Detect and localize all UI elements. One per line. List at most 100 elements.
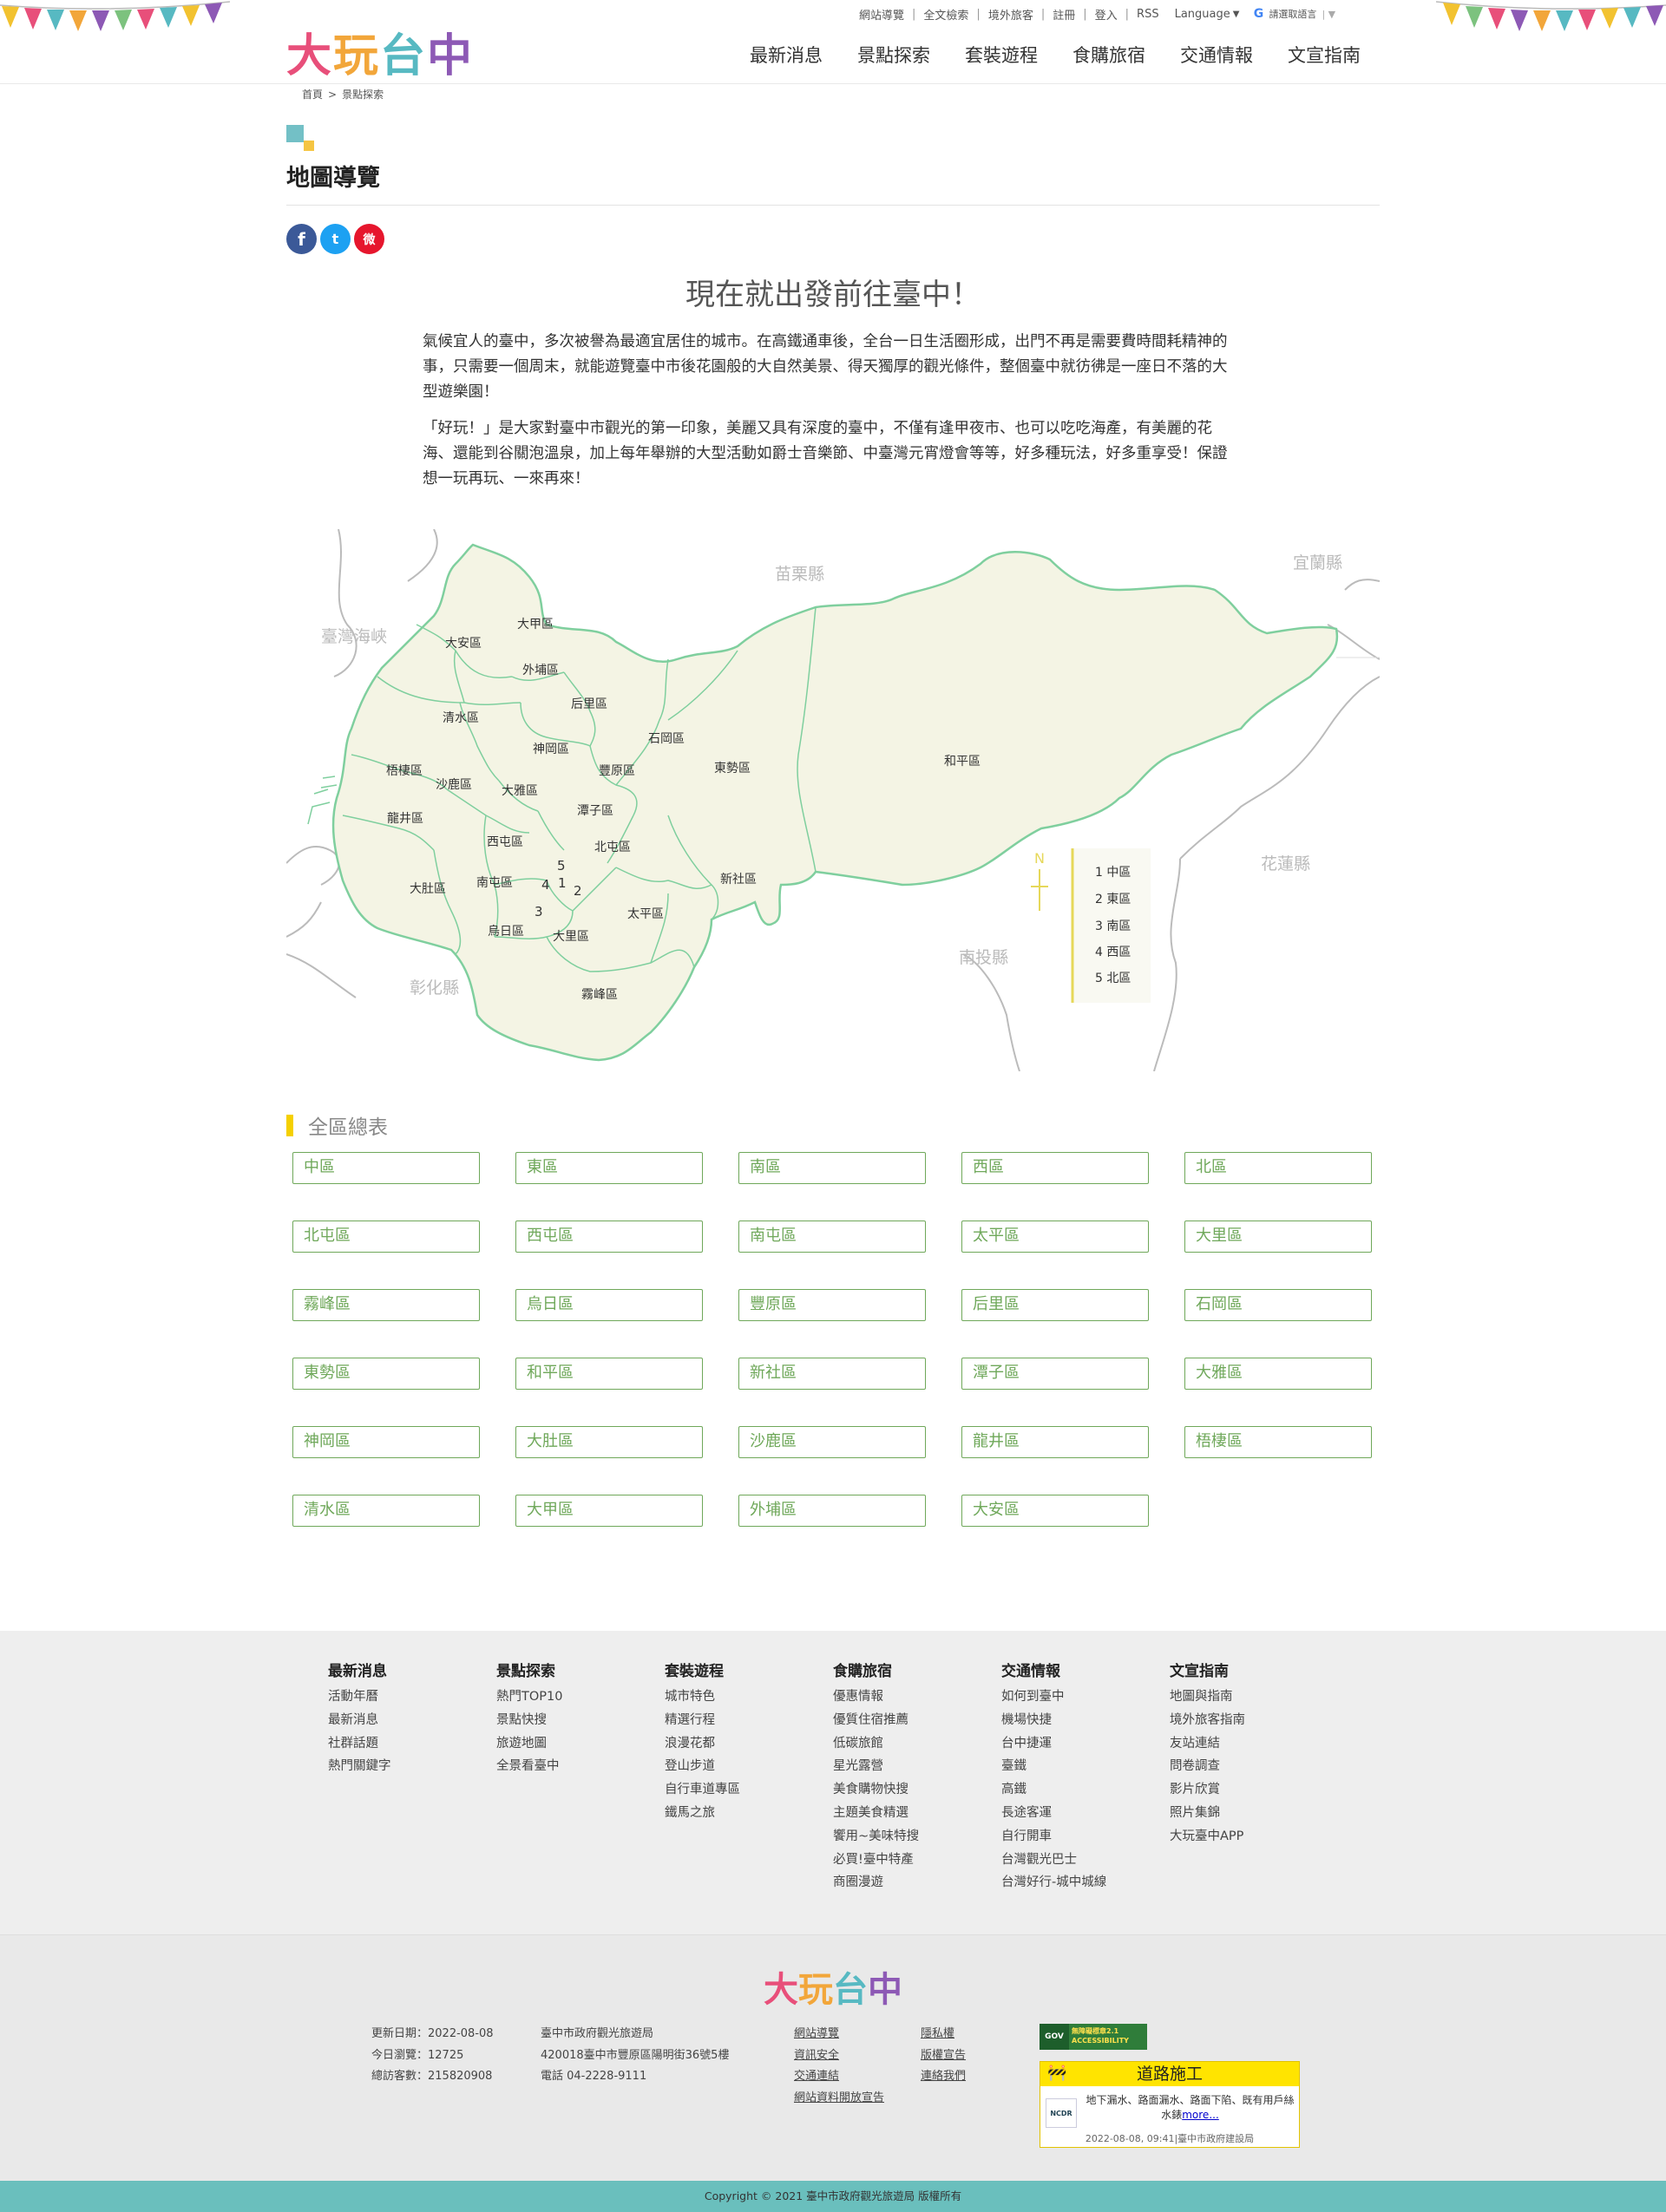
facebook-share-icon[interactable]: f	[286, 224, 317, 254]
district-button[interactable]: 石岡區	[1184, 1289, 1372, 1321]
district-button[interactable]: 龍井區	[961, 1426, 1149, 1458]
district-button[interactable]: 潭子區	[961, 1358, 1149, 1390]
breadcrumb-current[interactable]: 景點探索	[342, 88, 384, 101]
district-label[interactable]: 東勢區	[714, 762, 751, 776]
district-label[interactable]: 潭子區	[577, 803, 613, 818]
nav-item-food-lodging[interactable]: 食購旅宿	[1072, 42, 1145, 68]
district-button[interactable]: 北屯區	[292, 1221, 480, 1253]
footer-column-link[interactable]: 必買!臺中特產	[833, 1849, 919, 1872]
district-label[interactable]: 石岡區	[648, 732, 685, 746]
footer-column-title[interactable]: 最新消息	[328, 1659, 391, 1680]
district-button[interactable]: 東區	[515, 1152, 703, 1184]
district-label[interactable]: 梧棲區	[386, 764, 423, 778]
google-translate-select[interactable]: G 請選取語言 | ▼	[1251, 7, 1335, 21]
district-label[interactable]: 西屯區	[487, 835, 523, 849]
district-label[interactable]: 大甲區	[517, 618, 554, 632]
footer-column-link[interactable]: 影片欣賞	[1170, 1778, 1245, 1802]
footer-link[interactable]: 連絡我們	[921, 2066, 966, 2088]
footer-column-link[interactable]: 商圈漫遊	[833, 1871, 919, 1895]
district-button[interactable]: 南屯區	[738, 1221, 926, 1253]
weibo-share-icon[interactable]: 微	[354, 224, 384, 254]
footer-column-link[interactable]: 優惠情報	[833, 1685, 919, 1709]
footer-column-link[interactable]: 台中捷運	[1001, 1732, 1106, 1756]
twitter-share-icon[interactable]: t	[320, 224, 351, 254]
footer-column-link[interactable]: 照片集錦	[1170, 1802, 1245, 1825]
footer-column-link[interactable]: 熱門關鍵字	[328, 1755, 391, 1778]
nav-item-tours[interactable]: 套裝遊程	[965, 42, 1038, 68]
district-button[interactable]: 和平區	[515, 1358, 703, 1390]
central-district-number[interactable]: 1	[558, 875, 567, 891]
footer-column-link[interactable]: 熱門TOP10	[496, 1685, 562, 1709]
district-button[interactable]: 南區	[738, 1152, 926, 1184]
district-button[interactable]: 大甲區	[515, 1495, 703, 1527]
footer-column-link[interactable]: 自行開車	[1001, 1825, 1106, 1849]
footer-link[interactable]: 隱私權	[921, 2024, 966, 2045]
district-button[interactable]: 中區	[292, 1152, 480, 1184]
district-button[interactable]: 沙鹿區	[738, 1426, 926, 1458]
district-label[interactable]: 大雅區	[502, 784, 538, 798]
district-label[interactable]: 大里區	[553, 930, 589, 944]
central-district-number[interactable]: 5	[557, 858, 566, 874]
district-label[interactable]: 后里區	[571, 697, 607, 711]
top-link-foreign-visitors[interactable]: 境外旅客	[988, 6, 1033, 23]
footer-column-link[interactable]: 機場快捷	[1001, 1709, 1106, 1732]
footer-column-link[interactable]: 美食購物快搜	[833, 1778, 919, 1802]
footer-link[interactable]: 版權宣告	[921, 2045, 966, 2067]
footer-column-link[interactable]: 低碳旅館	[833, 1732, 919, 1756]
district-button[interactable]: 西區	[961, 1152, 1149, 1184]
district-button[interactable]: 東勢區	[292, 1358, 480, 1390]
road-work-widget[interactable]: 🚧 道路施工 NCDR 地下漏水、路面漏水、路面下陷、既有用戶絲水錶more..…	[1040, 2061, 1300, 2148]
footer-column-link[interactable]: 地圖與指南	[1170, 1685, 1245, 1709]
footer-column-link[interactable]: 如何到臺中	[1001, 1685, 1106, 1709]
footer-column-link[interactable]: 全景看臺中	[496, 1755, 562, 1778]
footer-column-link[interactable]: 優質住宿推薦	[833, 1709, 919, 1732]
footer-column-link[interactable]: 鐵馬之旅	[665, 1802, 740, 1825]
district-label[interactable]: 北屯區	[594, 841, 631, 854]
district-button[interactable]: 霧峰區	[292, 1289, 480, 1321]
district-button[interactable]: 新社區	[738, 1358, 926, 1390]
district-button[interactable]: 北區	[1184, 1152, 1372, 1184]
top-link-sitemap[interactable]: 網站導覽	[859, 6, 904, 23]
footer-column-link[interactable]: 自行車道專區	[665, 1778, 740, 1802]
site-logo[interactable]: 大玩台中	[286, 19, 474, 84]
footer-column-link[interactable]: 精選行程	[665, 1709, 740, 1732]
district-label[interactable]: 南屯區	[476, 876, 513, 890]
district-label[interactable]: 霧峰區	[581, 988, 618, 1002]
footer-link[interactable]: 交通連結	[794, 2066, 884, 2088]
footer-column-link[interactable]: 台灣好行-城中城線	[1001, 1871, 1106, 1895]
nav-item-news[interactable]: 最新消息	[750, 42, 823, 68]
footer-column-link[interactable]: 問卷調查	[1170, 1755, 1245, 1778]
district-button[interactable]: 大安區	[961, 1495, 1149, 1527]
district-button[interactable]: 大里區	[1184, 1221, 1372, 1253]
footer-column-link[interactable]: 星光露營	[833, 1755, 919, 1778]
footer-column-title[interactable]: 套裝遊程	[665, 1659, 740, 1680]
nav-item-guides[interactable]: 文宣指南	[1288, 42, 1361, 68]
footer-column-link[interactable]: 台灣觀光巴士	[1001, 1849, 1106, 1872]
footer-column-link[interactable]: 境外旅客指南	[1170, 1709, 1245, 1732]
language-dropdown[interactable]: Language ▼	[1175, 8, 1240, 21]
district-button[interactable]: 大雅區	[1184, 1358, 1372, 1390]
district-button[interactable]: 西屯區	[515, 1221, 703, 1253]
district-button[interactable]: 外埔區	[738, 1495, 926, 1527]
district-button[interactable]: 豐原區	[738, 1289, 926, 1321]
footer-column-link[interactable]: 長途客運	[1001, 1802, 1106, 1825]
footer-column-link[interactable]: 最新消息	[328, 1709, 391, 1732]
district-label[interactable]: 烏日區	[488, 924, 524, 939]
top-link-search[interactable]: 全文檢索	[923, 6, 968, 23]
nav-item-transport[interactable]: 交通情報	[1180, 42, 1253, 68]
top-link-login[interactable]: 登入	[1095, 6, 1118, 23]
accessibility-badge[interactable]: GOV 無障礙標章2.1 ACCESSIBILITY	[1040, 2024, 1147, 2050]
footer-column-link[interactable]: 臺鐵	[1001, 1755, 1106, 1778]
district-button[interactable]: 后里區	[961, 1289, 1149, 1321]
district-label[interactable]: 大安區	[445, 637, 482, 651]
footer-link[interactable]: 網站資料開放宣告	[794, 2088, 884, 2110]
footer-column-link[interactable]: 景點快搜	[496, 1709, 562, 1732]
district-button[interactable]: 烏日區	[515, 1289, 703, 1321]
footer-column-title[interactable]: 景點探索	[496, 1659, 562, 1680]
top-link-rss[interactable]: RSS	[1137, 8, 1159, 21]
footer-link[interactable]: 資訊安全	[794, 2045, 884, 2067]
nav-item-attractions[interactable]: 景點探索	[857, 42, 930, 68]
footer-column-link[interactable]: 旅遊地圖	[496, 1732, 562, 1756]
district-label[interactable]: 龍井區	[387, 811, 423, 826]
footer-column-title[interactable]: 文宣指南	[1170, 1659, 1245, 1680]
